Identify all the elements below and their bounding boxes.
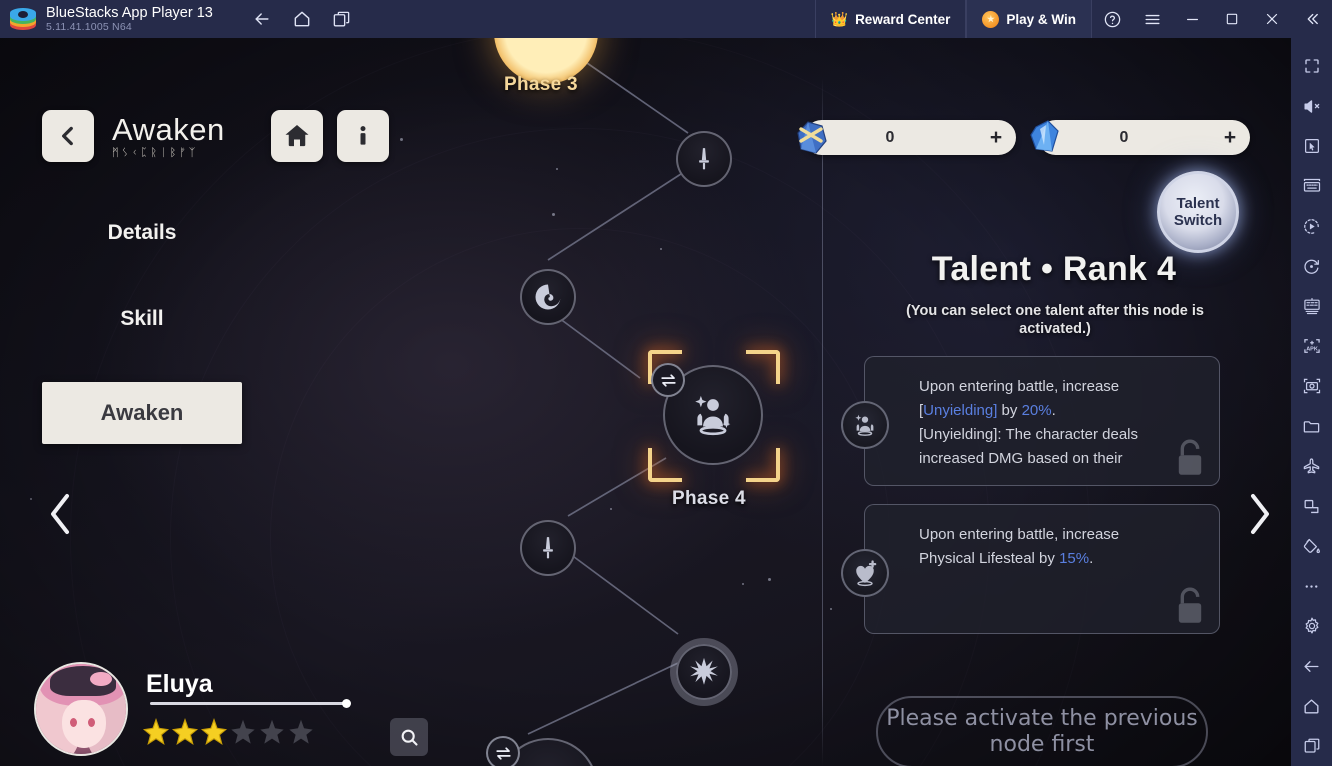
apk-install-icon[interactable]: APK bbox=[1291, 326, 1332, 366]
pip-icon[interactable] bbox=[1291, 486, 1332, 526]
gear-icon[interactable] bbox=[1291, 606, 1332, 646]
crown-icon: 👑 bbox=[830, 10, 849, 27]
activate-previous-node-message[interactable]: Please activate the previous node first bbox=[876, 696, 1208, 766]
sword-icon bbox=[543, 537, 553, 559]
currency-add-button[interactable]: + bbox=[976, 126, 1016, 150]
buff-character-icon bbox=[695, 395, 731, 436]
currency-add-button[interactable]: + bbox=[1210, 126, 1250, 150]
node-sword-upper[interactable] bbox=[676, 131, 732, 187]
next-character-button[interactable] bbox=[1232, 482, 1288, 546]
folder-icon[interactable] bbox=[1291, 406, 1332, 446]
panel-divider bbox=[822, 78, 823, 766]
paint-icon[interactable] bbox=[1291, 526, 1332, 566]
node-sword-lower[interactable] bbox=[520, 520, 576, 576]
sword-icon bbox=[699, 148, 709, 170]
phase3-label: Phase 3 bbox=[504, 74, 578, 95]
lock-icon bbox=[1178, 587, 1202, 623]
game-viewport: Awaken ᛗᛊᚲᛈᚱᛁᛒᚠᛉ Details Skill Awaken El… bbox=[0, 38, 1291, 766]
crystal-icon bbox=[1030, 120, 1059, 152]
close-icon[interactable] bbox=[1252, 0, 1292, 38]
keyboard-controls-icon[interactable] bbox=[1291, 166, 1332, 206]
screenshot-icon[interactable] bbox=[1291, 366, 1332, 406]
mute-icon[interactable] bbox=[1291, 86, 1332, 126]
minimize-icon[interactable] bbox=[1172, 0, 1212, 38]
app-version: 5.11.41.1005 N64 bbox=[46, 21, 132, 33]
multi-instance-manager-icon[interactable] bbox=[1291, 286, 1332, 326]
currency-crystal[interactable]: 0 + bbox=[1030, 120, 1250, 155]
talent-card-1[interactable]: Upon entering battle, increase [Unyieldi… bbox=[841, 356, 1220, 486]
title-bar: BlueStacks App Player 13 5.11.41.1005 N6… bbox=[0, 0, 1332, 38]
node-swap-badge[interactable] bbox=[651, 363, 685, 397]
bluestacks-window: BlueStacks App Player 13 5.11.41.1005 N6… bbox=[0, 0, 1332, 766]
talent-switch-line2: Switch bbox=[1173, 212, 1223, 229]
back-icon[interactable] bbox=[245, 4, 279, 34]
cursor-icon[interactable] bbox=[1291, 126, 1332, 166]
bluestacks-logo-icon bbox=[10, 6, 36, 32]
airplane-icon[interactable] bbox=[1291, 446, 1332, 486]
lock-icon bbox=[1178, 439, 1202, 475]
svg-text:APK: APK bbox=[1306, 347, 1318, 353]
reward-center-label: Reward Center bbox=[855, 11, 951, 27]
macro-play-icon[interactable] bbox=[1291, 206, 1332, 246]
multi-instance-icon[interactable] bbox=[325, 4, 359, 34]
collapse-sidebar-icon[interactable] bbox=[1292, 0, 1332, 38]
talent-switch-line1: Talent bbox=[1176, 195, 1220, 212]
titlebar-right-group: 👑 Reward Center Play & Win bbox=[814, 0, 1332, 38]
currency-awaken-stone[interactable]: 0 + bbox=[797, 120, 1016, 155]
node-swap-badge[interactable] bbox=[486, 736, 520, 766]
swap-arrows-icon bbox=[495, 746, 511, 760]
recents-icon[interactable] bbox=[1291, 726, 1332, 766]
more-icon[interactable] bbox=[1291, 566, 1332, 606]
star-speck bbox=[830, 608, 832, 610]
talent-card-1-text: Upon entering battle, increase [Unyieldi… bbox=[919, 378, 1143, 467]
talent-rank-title: Talent • Rank 4 bbox=[931, 250, 1177, 288]
hamburger-menu-icon[interactable] bbox=[1132, 0, 1172, 38]
node-vortex[interactable] bbox=[520, 269, 576, 325]
home-icon[interactable] bbox=[1291, 686, 1332, 726]
buff-character-icon bbox=[855, 414, 874, 436]
play-and-win-button[interactable]: Play & Win bbox=[966, 0, 1092, 38]
star-badge-icon bbox=[982, 10, 1000, 28]
vortex-icon bbox=[535, 284, 561, 310]
title-block: BlueStacks App Player 13 5.11.41.1005 N6… bbox=[46, 0, 213, 38]
talent-card-2-text: Upon entering battle, increase Physical … bbox=[919, 526, 1120, 567]
rotate-icon[interactable] bbox=[1291, 246, 1332, 286]
talent-subtitle: (You can select one talent after this no… bbox=[906, 303, 1204, 337]
starburst-icon bbox=[690, 657, 718, 685]
play-and-win-label: Play & Win bbox=[1006, 11, 1076, 27]
app-title: BlueStacks App Player 13 bbox=[46, 5, 213, 21]
back-icon[interactable] bbox=[1291, 646, 1332, 686]
talent-card-1-icon bbox=[841, 401, 889, 449]
fullscreen-icon[interactable] bbox=[1291, 46, 1332, 86]
node-phase4-buff[interactable] bbox=[651, 363, 763, 465]
maximize-icon[interactable] bbox=[1212, 0, 1252, 38]
reward-center-button[interactable]: 👑 Reward Center bbox=[814, 0, 967, 38]
home-icon[interactable] bbox=[285, 4, 319, 34]
node-starburst[interactable] bbox=[676, 644, 732, 700]
help-icon[interactable] bbox=[1092, 0, 1132, 38]
talent-card-2[interactable]: Upon entering battle, increase Physical … bbox=[841, 504, 1220, 634]
bluestacks-sidebar: APK bbox=[1291, 38, 1332, 766]
talent-switch-button[interactable]: Talent Switch bbox=[1157, 171, 1239, 253]
talent-card-2-icon bbox=[841, 549, 889, 597]
skill-tree: Phase 3 Phase 4 bbox=[0, 38, 822, 766]
titlebar-nav-group bbox=[245, 4, 359, 34]
lifesteal-icon bbox=[856, 560, 877, 587]
phase4-label: Phase 4 bbox=[672, 488, 746, 509]
swap-arrows-icon bbox=[660, 373, 676, 387]
